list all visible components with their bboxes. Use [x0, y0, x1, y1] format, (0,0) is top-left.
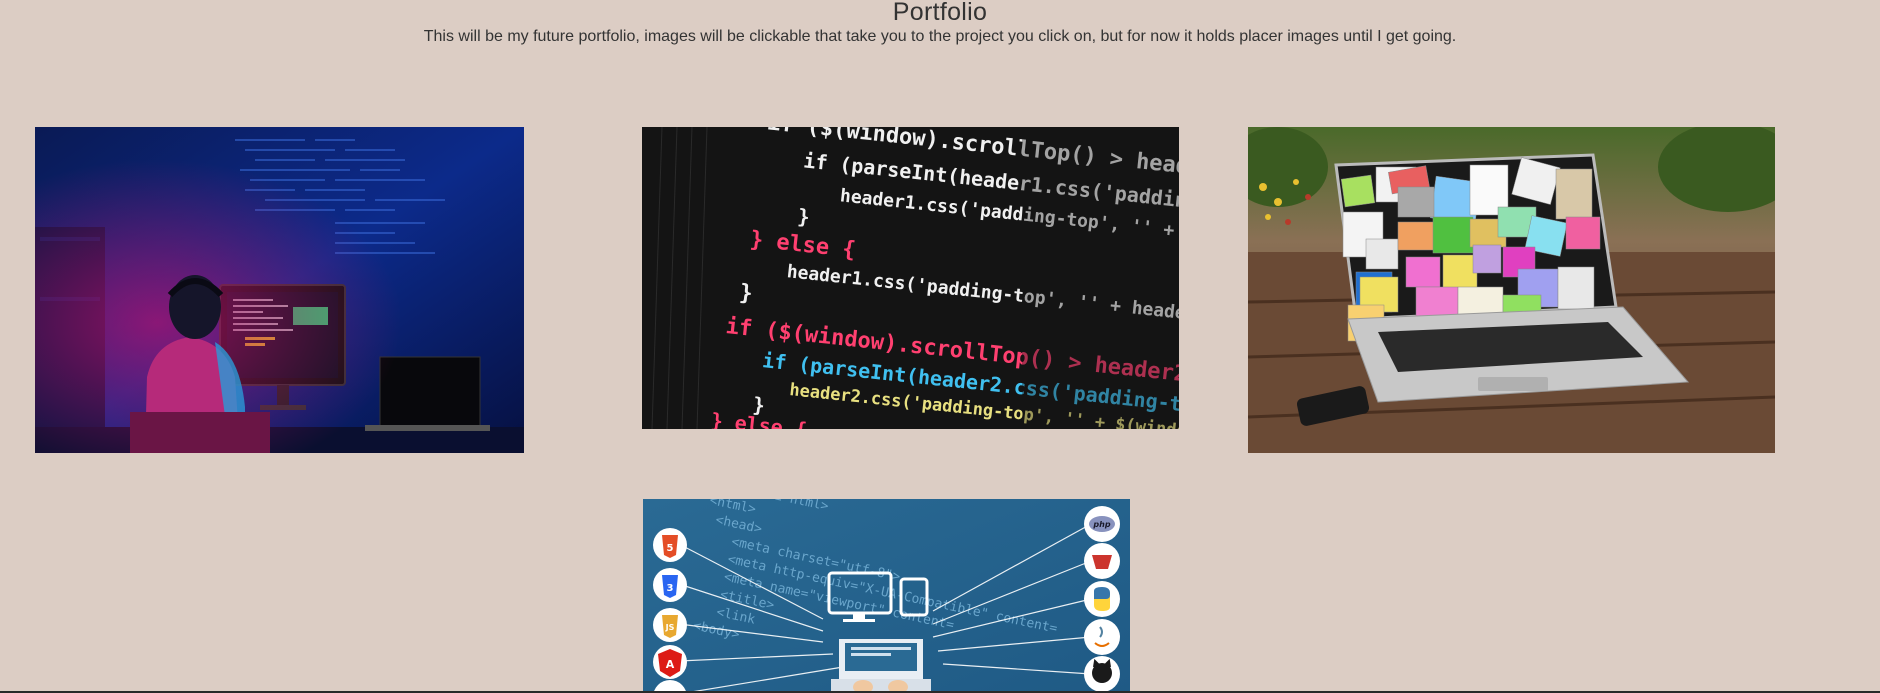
code-line-4: }: [797, 204, 811, 229]
javascript-code-image: if ($(window).scrollTop() > header1_init…: [642, 127, 1179, 429]
javascript-icon: JS: [665, 623, 675, 632]
page-subtitle: This will be my future portfolio, images…: [423, 28, 1457, 45]
project-tile-1[interactable]: [35, 127, 524, 453]
page-title: Portfolio: [892, 0, 988, 26]
java-icon: [1084, 619, 1120, 655]
project-tile-3[interactable]: [1248, 127, 1775, 453]
code-line-7: }: [738, 280, 754, 306]
web-technologies-diagram-image: <!DOCTYPE html> <html> <head> <meta char…: [643, 499, 1130, 693]
portfolio-page: Portfolio This will be my future portfol…: [0, 0, 1880, 693]
html5-icon: 5: [667, 543, 674, 554]
angular-icon: A: [666, 658, 675, 671]
php-icon: php: [1092, 520, 1110, 529]
project-tile-4[interactable]: <!DOCTYPE html> <html> <head> <meta char…: [643, 499, 1130, 693]
project-tile-2[interactable]: if ($(window).scrollTop() > header1_init…: [642, 127, 1179, 429]
developer-at-monitors-image: [35, 127, 524, 453]
laptop-sticky-notes-image: [1248, 127, 1775, 453]
css3-icon: 3: [667, 583, 674, 594]
